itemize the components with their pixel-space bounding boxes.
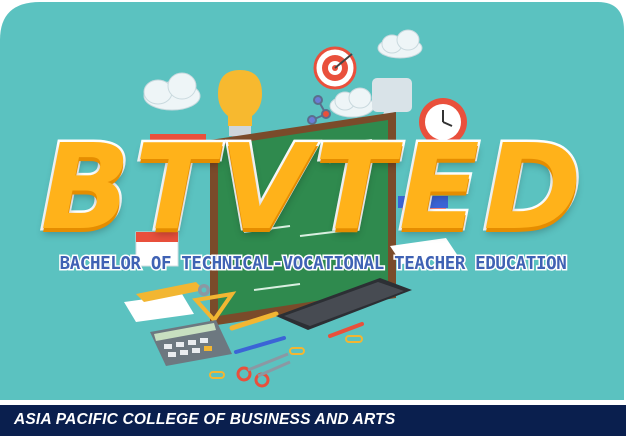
program-full-name: BACHELOR OF TECHNICAL-VOCATIONAL TEACHER… xyxy=(58,253,568,276)
footer-bar: ASIA PACIFIC COLLEGE OF BUSINESS AND ART… xyxy=(0,402,626,436)
banner-card: BTVTED BACHELOR OF TECHNICAL-VOCATIONAL … xyxy=(0,0,626,436)
institution-name: ASIA PACIFIC COLLEGE OF BUSINESS AND ART… xyxy=(14,411,396,428)
program-acronym: BTVTED xyxy=(38,118,586,256)
gear-icon xyxy=(198,284,210,296)
target-icon xyxy=(313,46,357,90)
